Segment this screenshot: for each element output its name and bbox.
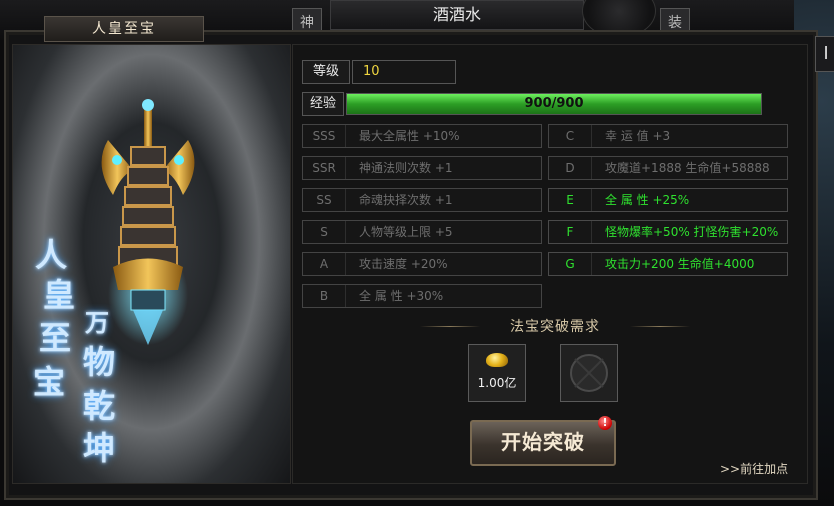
- stat-row-d: D 攻魔道+1888 生命值+58888: [548, 156, 788, 180]
- art-text-3: 至: [39, 319, 72, 357]
- stat-value: 攻魔道+1888 生命值+58888: [605, 161, 770, 175]
- stat-row-c: C 幸 运 值 +3: [548, 124, 788, 148]
- stat-row-g: G 攻击力+200 生命值+4000: [548, 252, 788, 276]
- art-text-6: 物: [83, 343, 116, 381]
- art-text-2: 皇: [43, 276, 76, 314]
- stat-value: 怪物爆率+50% 打怪伤害+20%: [605, 225, 779, 239]
- alert-badge-icon: !: [598, 416, 612, 430]
- stat-value: 攻击力+200 生命值+4000: [605, 257, 755, 271]
- stat-key: A: [303, 253, 346, 275]
- stat-value: 人物等级上限 +5: [359, 225, 453, 239]
- stat-key: SSS: [303, 125, 346, 147]
- stat-row-s: S 人物等级上限 +5: [302, 220, 542, 244]
- start-breakthrough-button[interactable]: 开始突破: [470, 420, 616, 466]
- stat-key: F: [549, 221, 592, 243]
- player-name: 酒酒水: [330, 0, 584, 30]
- stat-value: 最大全属性 +10%: [359, 129, 460, 143]
- stat-value: 全 属 性 +30%: [359, 289, 444, 303]
- stat-row-b: B 全 属 性 +30%: [302, 284, 542, 308]
- window-title: 人皇至宝: [44, 16, 204, 42]
- art-text-4: 宝: [33, 363, 66, 401]
- stat-key: E: [549, 189, 592, 211]
- stat-row-sss: SSS 最大全属性 +10%: [302, 124, 542, 148]
- gold-amount: 1.00亿: [477, 376, 517, 390]
- item-requirement-slot[interactable]: [560, 344, 618, 402]
- stat-value: 全 属 性 +25%: [605, 193, 690, 207]
- stat-key: D: [549, 157, 592, 179]
- stat-row-a: A 攻击速度 +20%: [302, 252, 542, 276]
- art-text-7: 乾: [83, 387, 116, 425]
- stat-row-ssr: SSR 神通法则次数 +1: [302, 156, 542, 180]
- art-text-5: 万: [85, 308, 109, 337]
- stat-key: SS: [303, 189, 346, 211]
- req-divider-right: [630, 326, 690, 327]
- stat-row-f: F 怪物爆率+50% 打怪伤害+20%: [548, 220, 788, 244]
- stat-value: 幸 运 值 +3: [605, 129, 671, 143]
- stat-value: 攻击速度 +20%: [359, 257, 448, 271]
- gold-requirement-slot[interactable]: 1.00亿: [468, 344, 526, 402]
- stat-value: 命魂抉择次数 +1: [359, 193, 453, 207]
- level-label: 等级: [302, 60, 350, 84]
- stat-key: G: [549, 253, 592, 275]
- art-text-8: 坤: [83, 429, 116, 467]
- close-button[interactable]: I: [815, 36, 834, 72]
- stat-key: B: [303, 285, 346, 307]
- stat-key: SSR: [303, 157, 346, 179]
- locked-item-icon: [570, 354, 608, 392]
- stat-key: C: [549, 125, 592, 147]
- gold-icon: [486, 353, 508, 367]
- goto-attributes-link[interactable]: >>前往加点: [720, 460, 788, 477]
- stat-row-e: E 全 属 性 +25%: [548, 188, 788, 212]
- stat-key: S: [303, 221, 346, 243]
- exp-text: 900/900: [524, 96, 584, 111]
- exp-bar: 900/900: [346, 93, 762, 115]
- level-value: 10: [352, 60, 456, 84]
- exp-label: 经验: [302, 92, 344, 116]
- requirement-title: 法宝突破需求: [510, 319, 600, 335]
- stat-value: 神通法则次数 +1: [359, 161, 453, 175]
- treasure-artwork: 人 皇 至 宝 万 物 乾 坤: [12, 44, 291, 484]
- stat-row-ss: SS 命魂抉择次数 +1: [302, 188, 542, 212]
